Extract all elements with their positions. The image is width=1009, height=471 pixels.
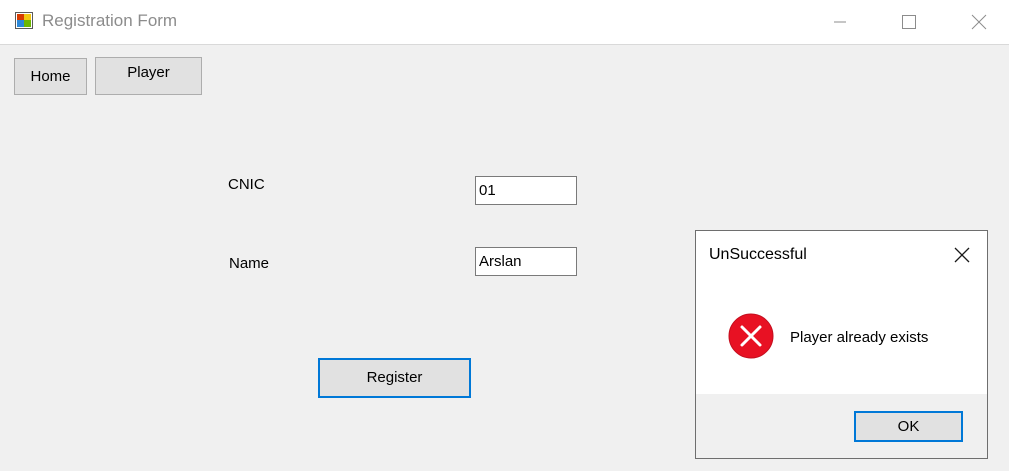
player-button[interactable]: Player [95,57,202,95]
dialog-message: Player already exists [790,329,929,346]
home-button[interactable]: Home [14,58,87,95]
cnic-input[interactable]: 01 [475,176,577,205]
app-icon [15,12,33,29]
name-label: Name [229,255,270,272]
ok-button[interactable]: OK [854,411,963,442]
close-button[interactable] [956,0,1002,44]
cnic-label: CNIC [228,176,265,193]
minimize-button[interactable] [817,0,863,44]
register-button[interactable]: Register [318,358,471,398]
maximize-button[interactable] [886,0,932,44]
dialog-footer: OK [696,394,987,458]
maximize-icon [902,15,916,29]
dialog-close-button[interactable] [948,241,976,269]
minimize-icon [834,21,846,23]
error-icon [728,313,774,359]
close-icon [971,14,987,30]
registration-window: Registration Form Home Player CNIC 01 Na… [0,0,1009,471]
close-icon [954,247,970,263]
message-dialog: UnSuccessful Player already exists OK [695,230,988,459]
title-bar[interactable]: Registration Form [0,0,1009,45]
name-input[interactable]: Arslan [475,247,577,276]
window-title: Registration Form [42,11,178,30]
dialog-title: UnSuccessful [709,246,807,263]
